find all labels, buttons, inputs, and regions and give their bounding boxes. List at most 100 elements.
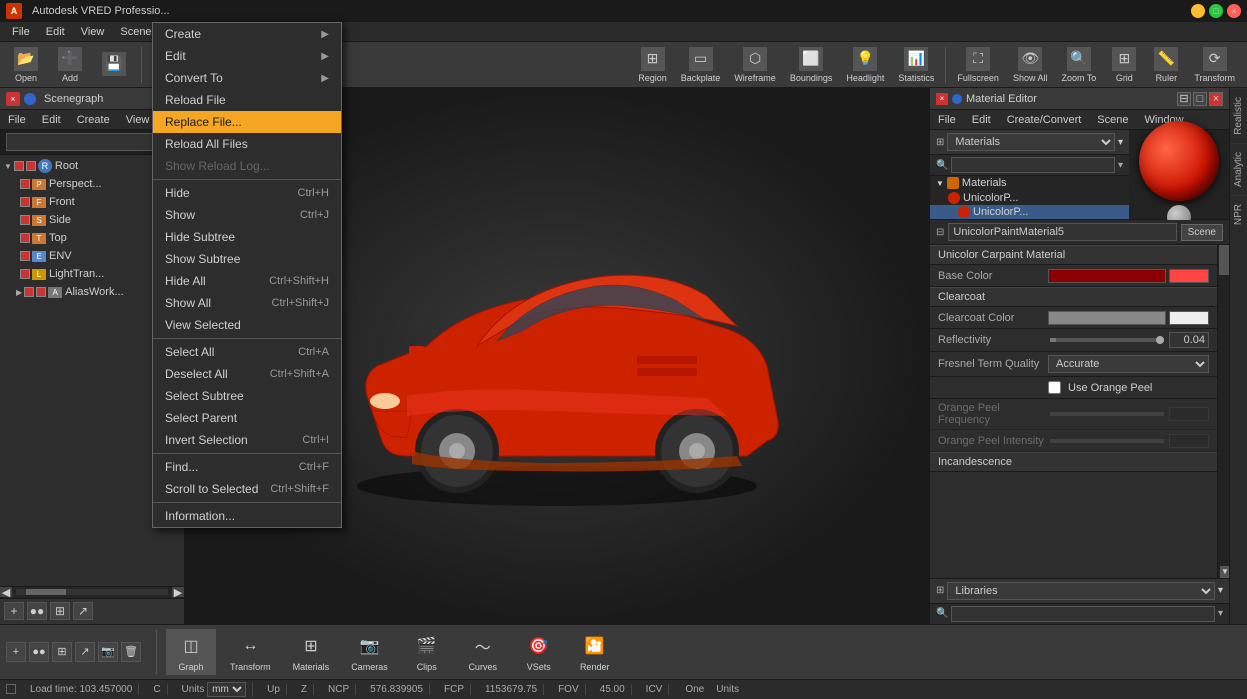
sg-close-btn[interactable]: × xyxy=(6,92,20,106)
bt-cameras-btn[interactable]: 📷 Cameras xyxy=(343,629,396,675)
mat-lib-search-input[interactable] xyxy=(951,606,1215,622)
mat-lib-arrow[interactable]: ▾ xyxy=(1218,585,1223,596)
dd-item-hideall[interactable]: Hide All Ctrl+Shift+H xyxy=(153,270,341,292)
vp-trash-btn[interactable]: 🗑 xyxy=(121,642,141,662)
vp-dots-btn[interactable]: ●● xyxy=(29,642,49,662)
mat-editor-max-btn[interactable]: □ xyxy=(1193,92,1207,106)
dd-item-showsubtree[interactable]: Show Subtree xyxy=(153,248,341,270)
mat-lib-filter-icon[interactable]: ▾ xyxy=(1218,608,1223,619)
bt-render-btn[interactable]: 🎦 Render xyxy=(570,629,620,675)
dd-item-create[interactable]: Create ▶ xyxy=(153,23,341,45)
dd-item-reloadall[interactable]: Reload All Files xyxy=(153,133,341,155)
sg-scroll-thumb[interactable] xyxy=(26,589,66,595)
backplate-button[interactable]: ▭ Backplate xyxy=(675,44,727,86)
mat-basecolor-dark[interactable] xyxy=(1048,269,1166,283)
mat-tree-unicolor2[interactable]: UnicolorP... xyxy=(930,205,1129,219)
sg-arrow-btn[interactable]: ↗ xyxy=(73,602,93,620)
sg-menu-create[interactable]: Create xyxy=(69,112,118,128)
maximize-button[interactable]: □ xyxy=(1209,4,1223,18)
sg-hscrollbar[interactable]: ◀ ▶ xyxy=(0,586,184,598)
vp-camera-btn[interactable]: 📷 xyxy=(98,642,118,662)
bt-transform-btn[interactable]: ↔ Transform xyxy=(222,629,279,675)
region-button[interactable]: ⊞ Region xyxy=(632,44,673,86)
save-button[interactable]: 💾 xyxy=(94,49,134,81)
vp-arrow-btn[interactable]: ↗ xyxy=(75,642,95,662)
mat-scroll-down[interactable]: ▼ xyxy=(1220,566,1229,578)
mat-tree-materials[interactable]: ▼ Materials xyxy=(930,176,1129,190)
close-button[interactable]: × xyxy=(1227,4,1241,18)
dd-item-selectall[interactable]: Select All Ctrl+A xyxy=(153,341,341,363)
mat-reflectivity-thumb[interactable] xyxy=(1156,336,1164,344)
vp-tree-btn[interactable]: ⊞ xyxy=(52,642,72,662)
mat-clearcoat-gray[interactable] xyxy=(1048,311,1166,325)
dd-item-deselectall[interactable]: Deselect All Ctrl+Shift+A xyxy=(153,363,341,385)
bt-materials-btn[interactable]: ⊞ Materials xyxy=(285,629,338,675)
mat-tree-unicolor1[interactable]: UnicolorP... xyxy=(930,191,1129,205)
mat-browser-select[interactable]: Materials xyxy=(947,133,1115,151)
transform-button[interactable]: ⟳ Transform xyxy=(1188,44,1241,86)
side-tab-npr[interactable]: NPR xyxy=(1230,195,1247,233)
bt-curves-btn[interactable]: 〜 Curves xyxy=(458,629,508,675)
mat-filter-icon[interactable]: ▾ xyxy=(1118,160,1123,171)
wireframe-button[interactable]: ⬡ Wireframe xyxy=(728,44,782,86)
mat-reflectivity-slider[interactable] xyxy=(1050,338,1164,342)
dd-item-viewselected[interactable]: View Selected xyxy=(153,314,341,336)
menu-edit[interactable]: Edit xyxy=(38,24,73,40)
sg-dots-btn[interactable]: ●● xyxy=(27,602,47,620)
mat-orange-peel-checkbox[interactable] xyxy=(1048,381,1061,394)
open-button[interactable]: 📂 Open xyxy=(6,44,46,86)
mat-search-input[interactable] xyxy=(951,157,1115,173)
sg-menu-edit[interactable]: Edit xyxy=(34,112,69,128)
mat-editor-close[interactable]: × xyxy=(936,93,948,105)
mat-scroll-thumb[interactable] xyxy=(1219,245,1229,275)
mat-menu-edit[interactable]: Edit xyxy=(964,112,999,128)
headlight-button[interactable]: 💡 Headlight xyxy=(840,44,890,86)
mat-scene-button[interactable]: Scene xyxy=(1181,224,1223,241)
boundings-button[interactable]: ⬜ Boundings xyxy=(784,44,839,86)
zoomto-button[interactable]: 🔍 Zoom To xyxy=(1055,44,1102,86)
dd-item-find[interactable]: Find... Ctrl+F xyxy=(153,456,341,478)
sg-menu-file[interactable]: File xyxy=(0,112,34,128)
statistics-button[interactable]: 📊 Statistics xyxy=(892,44,940,86)
dd-item-invertselection[interactable]: Invert Selection Ctrl+I xyxy=(153,429,341,451)
mat-browser-arrow[interactable]: ▾ xyxy=(1118,137,1123,148)
dd-item-selectparent[interactable]: Select Parent xyxy=(153,407,341,429)
sg-grid-btn[interactable]: ⊞ xyxy=(50,602,70,620)
dd-item-selectsubtree[interactable]: Select Subtree xyxy=(153,385,341,407)
mat-menu-create[interactable]: Create/Convert xyxy=(999,112,1090,128)
vp-add-btn[interactable]: + xyxy=(6,642,26,662)
mat-name-input[interactable] xyxy=(948,223,1176,241)
dd-item-hide[interactable]: Hide Ctrl+H xyxy=(153,182,341,204)
add-button[interactable]: ➕ Add xyxy=(50,44,90,86)
side-tab-analytic[interactable]: Analytic xyxy=(1230,143,1247,195)
sg-scroll-track[interactable] xyxy=(16,589,168,595)
mat-reflectivity-value[interactable]: 0.04 xyxy=(1169,332,1209,348)
mat-link-icon[interactable]: ⊟ xyxy=(936,227,944,238)
mat-editor-win-btn[interactable]: ⊟ xyxy=(1177,92,1191,106)
bt-graph-btn[interactable]: ◫ Graph xyxy=(166,629,216,675)
dd-item-showall[interactable]: Show All Ctrl+Shift+J xyxy=(153,292,341,314)
bt-clips-btn[interactable]: 🎬 Clips xyxy=(402,629,452,675)
mat-lib-select[interactable]: Libraries xyxy=(947,582,1215,600)
dd-item-hidesubtree[interactable]: Hide Subtree xyxy=(153,226,341,248)
dd-item-edit[interactable]: Edit ▶ xyxy=(153,45,341,67)
status-units-select[interactable]: mm cm m xyxy=(207,682,246,697)
dd-item-scrolltoselected[interactable]: Scroll to Selected Ctrl+Shift+F xyxy=(153,478,341,500)
mat-fresnel-select[interactable]: Accurate Fast xyxy=(1048,355,1209,373)
showall-button[interactable]: 👁 Show All xyxy=(1007,44,1054,86)
minimize-button[interactable]: − xyxy=(1191,4,1205,18)
bt-vsets-btn[interactable]: 🎯 VSets xyxy=(514,629,564,675)
dd-item-information[interactable]: Information... xyxy=(153,505,341,527)
mat-scrollbar[interactable]: ▲ ▼ xyxy=(1217,245,1229,577)
sg-add-btn[interactable]: + xyxy=(4,602,24,620)
menu-file[interactable]: File xyxy=(4,24,38,40)
fullscreen-button[interactable]: ⛶ Fullscreen xyxy=(951,44,1005,86)
side-tab-realistic[interactable]: Realistic xyxy=(1230,88,1247,143)
mat-editor-close-btn[interactable]: × xyxy=(1209,92,1223,106)
mat-basecolor-bright[interactable] xyxy=(1169,269,1209,283)
ruler-button[interactable]: 📏 Ruler xyxy=(1146,44,1186,86)
dd-item-replace[interactable]: Replace File... xyxy=(153,111,341,133)
mat-menu-scene[interactable]: Scene xyxy=(1089,112,1136,128)
mat-clearcoat-white[interactable] xyxy=(1169,311,1209,325)
menu-view[interactable]: View xyxy=(73,24,113,40)
